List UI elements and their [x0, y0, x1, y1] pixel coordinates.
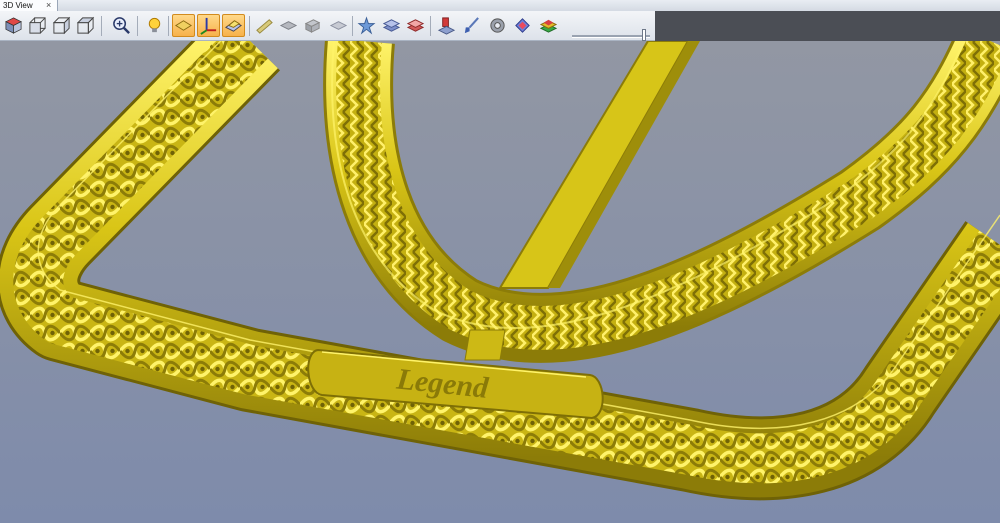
axes-icon [200, 17, 217, 35]
tab-3d-view[interactable]: 3D View × [0, 0, 58, 11]
zoom-button[interactable] [110, 14, 133, 37]
layer-icon [329, 21, 348, 30]
blade-button[interactable] [253, 14, 276, 37]
brush-icon [464, 17, 479, 34]
toolbar-separator [249, 16, 250, 36]
blue-layers-icon [382, 19, 401, 32]
layer-colors-icon [539, 19, 558, 33]
plane-icon [175, 20, 192, 31]
toolbar-separator [430, 16, 431, 36]
toolbar-separator [168, 16, 169, 36]
flat-layer-button[interactable] [277, 14, 300, 37]
toolbar-separator [101, 16, 102, 36]
iso-view-icon [5, 17, 22, 34]
toolbar-separator [352, 16, 353, 36]
settings-button[interactable] [486, 14, 509, 37]
shaded-plane-button[interactable] [222, 14, 245, 37]
toolpath-icon [437, 17, 456, 35]
stack-icon [304, 19, 321, 33]
red-layers-button[interactable] [404, 14, 427, 37]
front-view-icon [29, 17, 46, 34]
relief-model-render: Legend [0, 41, 1000, 523]
blue-layers-button[interactable] [380, 14, 403, 37]
colour-diamond-icon [515, 18, 530, 33]
lighting-button[interactable] [143, 14, 166, 37]
close-icon[interactable]: × [46, 0, 51, 11]
top-view-icon [76, 16, 95, 35]
iso-view-button[interactable] [2, 14, 25, 37]
layer-button[interactable] [327, 14, 350, 37]
3d-viewport[interactable]: Legend [0, 41, 1000, 523]
layer-colors-button[interactable] [537, 14, 560, 37]
connector-tab [464, 329, 506, 361]
flat-layer-icon [279, 21, 298, 30]
transparency-slider-thumb[interactable] [642, 29, 647, 41]
transparency-slider-track[interactable] [572, 35, 650, 38]
plane-toggle-button[interactable] [172, 14, 195, 37]
blade-icon [256, 19, 273, 34]
colour-diamond-button[interactable] [511, 14, 534, 37]
brush-button[interactable] [460, 14, 483, 37]
cog-icon [490, 18, 505, 33]
tab-label: 3D View [3, 1, 33, 10]
toolpath-button[interactable] [435, 14, 458, 37]
shaded-plane-icon [225, 20, 242, 32]
star-icon [357, 16, 376, 35]
view-toolbar [0, 11, 655, 41]
document-tab-bar: 3D View × [0, 0, 1000, 11]
side-view-icon [52, 16, 71, 35]
lightbulb-icon [148, 17, 161, 33]
stack-button[interactable] [301, 14, 324, 37]
zoom-icon [113, 17, 130, 34]
toolbar-separator [137, 16, 138, 36]
snap-button[interactable] [355, 14, 378, 37]
side-view-button[interactable] [50, 14, 73, 37]
front-view-button[interactable] [26, 14, 49, 37]
top-view-button[interactable] [74, 14, 97, 37]
axes-toggle-button[interactable] [197, 14, 220, 37]
red-layers-icon [406, 19, 425, 32]
